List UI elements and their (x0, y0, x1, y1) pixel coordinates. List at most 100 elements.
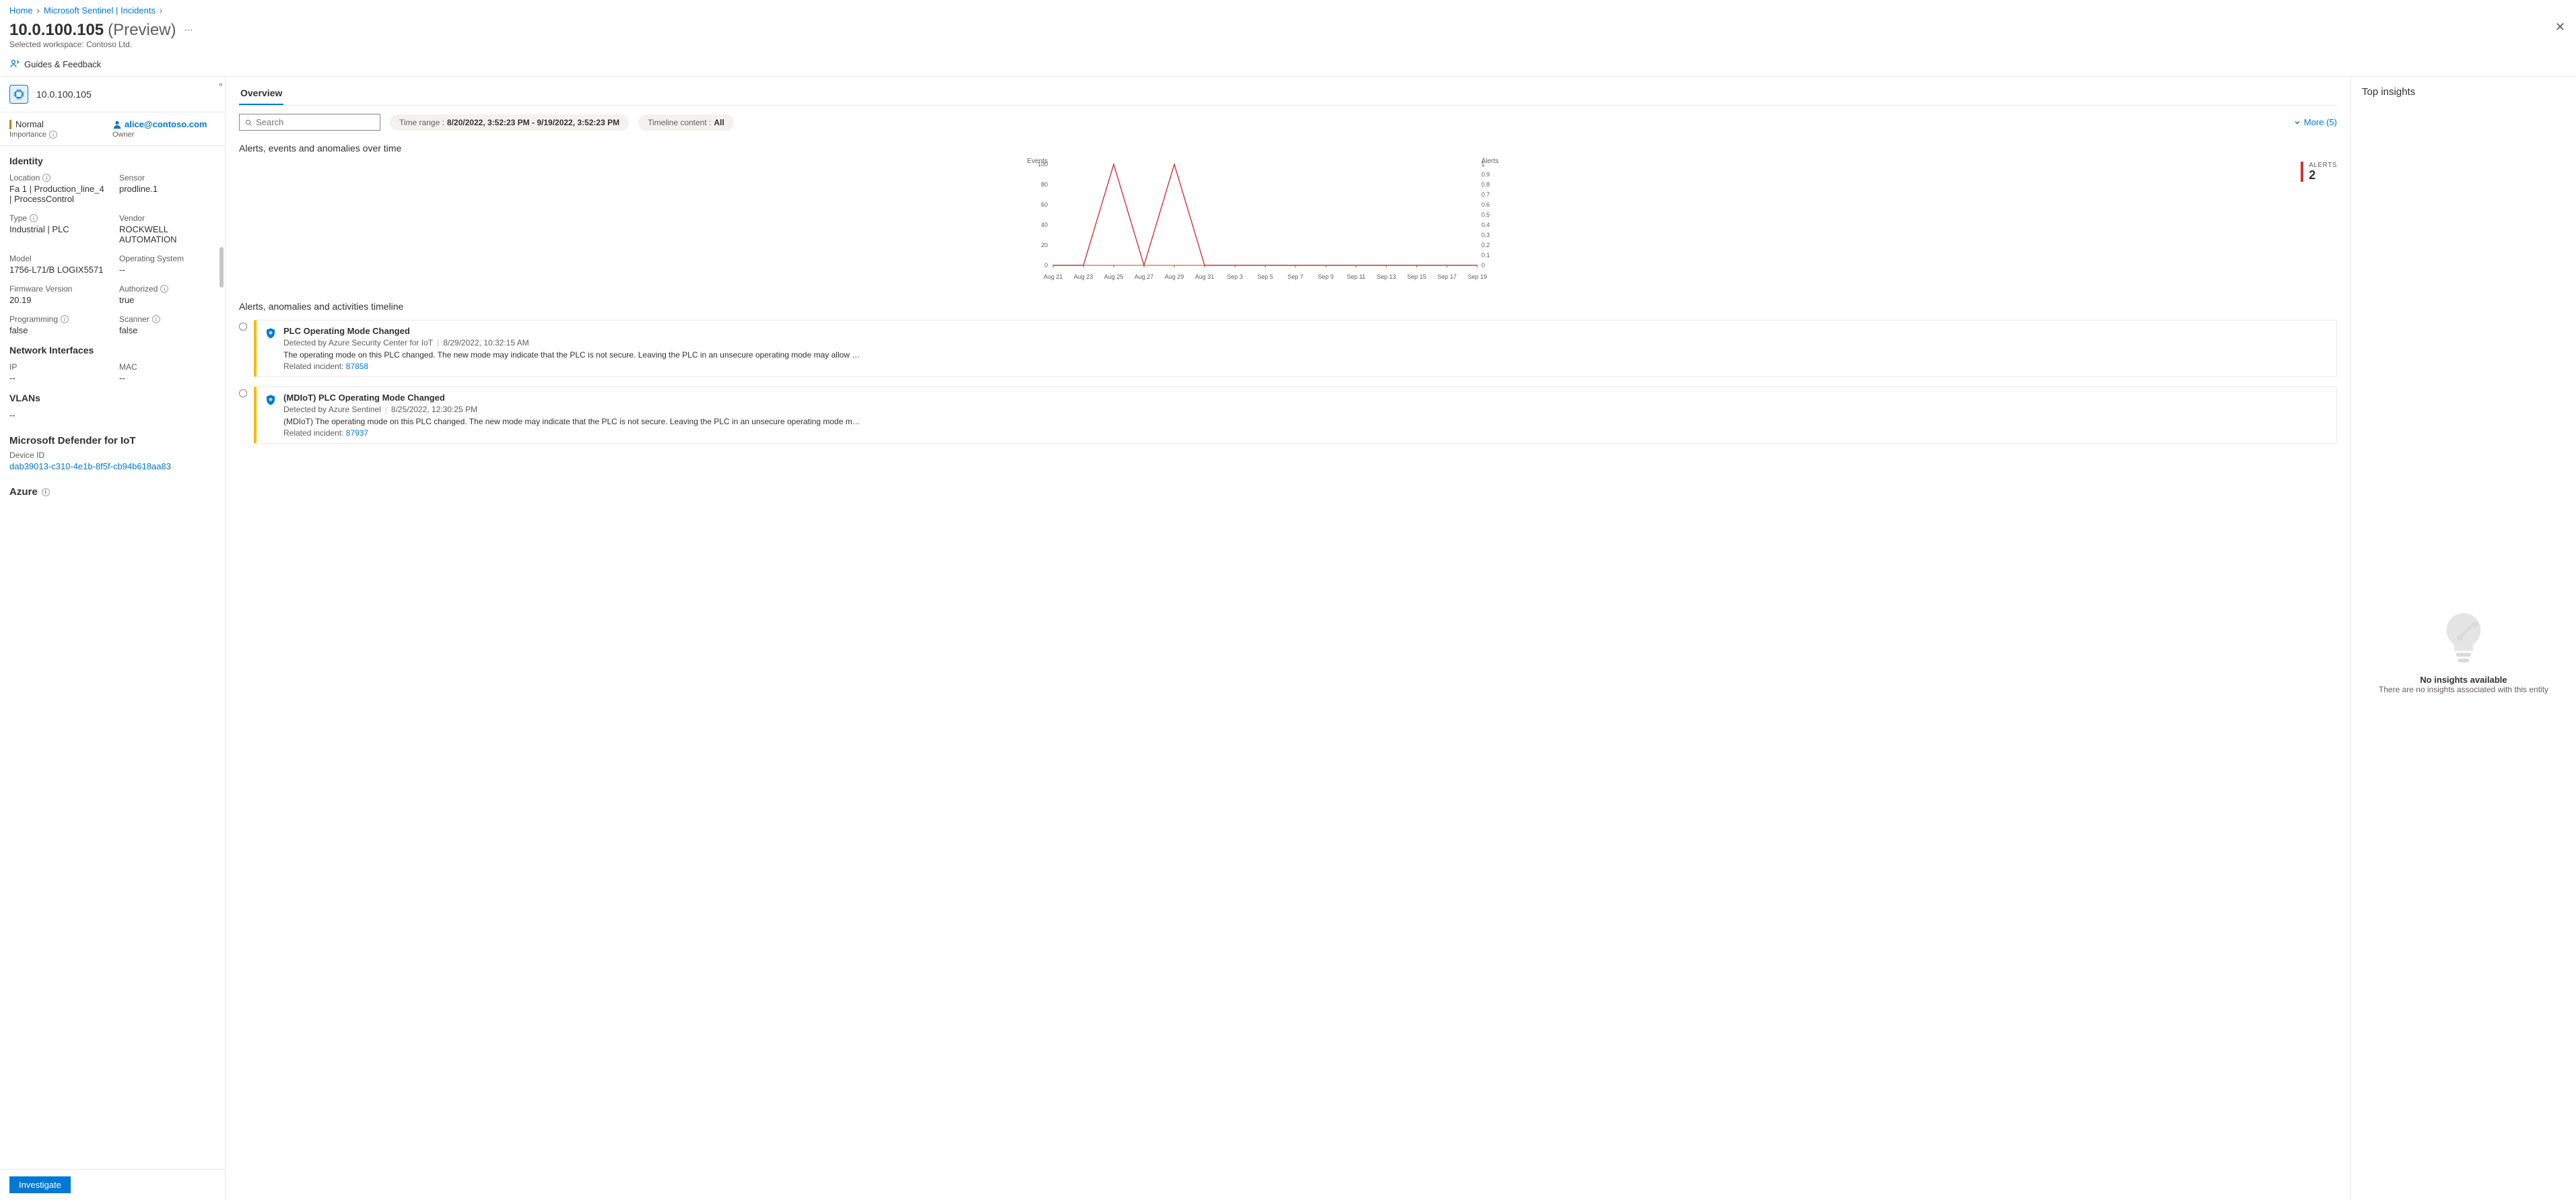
prog-value: false (9, 325, 106, 335)
preview-badge: (Preview) (108, 21, 176, 40)
investigate-button[interactable]: Investigate (9, 1176, 71, 1193)
related-incident-link[interactable]: 87937 (346, 428, 368, 438)
breadcrumb-home[interactable]: Home (9, 5, 33, 15)
scrollbar[interactable] (219, 247, 224, 288)
chart-title: Alerts, events and anomalies over time (239, 143, 2337, 154)
vendor-value: ROCKWELL AUTOMATION (119, 224, 215, 244)
fw-value: 20.19 (9, 295, 106, 305)
alerts-indicator (2301, 162, 2303, 182)
importance-level: Normal (15, 119, 44, 129)
scanner-value: false (119, 325, 215, 335)
close-button[interactable]: ✕ (2555, 20, 2565, 34)
guides-feedback-link[interactable]: Guides & Feedback (24, 59, 101, 69)
workspace-name: Contoso Ltd. (86, 40, 132, 49)
page-title: 10.0.100.105 (9, 21, 104, 40)
timeline-list: PLC Operating Mode Changed Detected by A… (239, 320, 2337, 444)
lightbulb-icon (2433, 607, 2494, 668)
scanner-label: Scanner (119, 314, 149, 324)
ip-label: IP (9, 362, 106, 372)
owner-label: Owner (112, 131, 215, 139)
tab-overview[interactable]: Overview (239, 83, 283, 105)
auth-label: Authorized (119, 284, 158, 294)
related-label: Related incident: (283, 362, 343, 371)
info-icon[interactable]: i (49, 131, 57, 139)
entity-sidebar: « 10.0.100.105 Normal Importancei alice@… (0, 77, 226, 1200)
timeline-content-pill[interactable]: Timeline content : All (638, 114, 734, 131)
defender-heading: Microsoft Defender for IoT (9, 435, 215, 446)
alert-description: The operating mode on this PLC changed. … (283, 350, 2328, 360)
type-label: Type (9, 213, 27, 223)
sensor-value: prodline.1 (119, 184, 215, 194)
device-id-label: Device ID (9, 450, 215, 460)
entity-ip: 10.0.100.105 (36, 89, 92, 100)
svg-text:Aug 31: Aug 31 (1195, 273, 1215, 280)
svg-text:0.3: 0.3 (1481, 232, 1490, 238)
breadcrumb-sep: › (160, 5, 162, 15)
shield-icon (265, 327, 277, 339)
insights-empty-sub: There are no insights associated with th… (2379, 685, 2548, 694)
svg-text:0: 0 (1044, 262, 1048, 269)
prog-label: Programming (9, 314, 58, 324)
svg-text:0: 0 (1481, 262, 1485, 269)
insights-panel: Top insights No insights available There… (2350, 77, 2576, 1200)
fw-label: Firmware Version (9, 284, 106, 294)
azure-heading: Azure (9, 486, 38, 498)
timeline-card[interactable]: PLC Operating Mode Changed Detected by A… (254, 320, 2337, 377)
chip-icon (9, 85, 28, 104)
svg-text:0.8: 0.8 (1481, 181, 1490, 188)
collapse-sidebar-button[interactable]: « (216, 79, 226, 89)
timeline-select-radio[interactable] (239, 389, 247, 397)
search-icon (245, 118, 252, 127)
os-value: -- (119, 265, 215, 275)
importance-label: Importance (9, 131, 46, 139)
svg-text:Sep 15: Sep 15 (1407, 273, 1427, 280)
auth-value: true (119, 295, 215, 305)
info-icon[interactable]: i (160, 285, 168, 293)
location-value: Fa 1 | Production_line_4 | ProcessContro… (9, 184, 106, 204)
svg-text:Aug 29: Aug 29 (1165, 273, 1184, 280)
search-input-wrap[interactable] (239, 114, 380, 131)
search-input[interactable] (256, 117, 374, 127)
importance-indicator (9, 120, 11, 129)
vendor-label: Vendor (119, 213, 215, 223)
owner-link[interactable]: alice@contoso.com (112, 119, 215, 129)
info-icon[interactable]: i (42, 488, 50, 496)
info-icon[interactable]: i (42, 174, 50, 182)
vlans-heading: VLANs (9, 393, 215, 403)
alert-title: (MDIoT) PLC Operating Mode Changed (283, 393, 2328, 403)
svg-text:0.2: 0.2 (1481, 242, 1490, 248)
svg-text:Sep 7: Sep 7 (1287, 273, 1303, 280)
svg-text:Sep 11: Sep 11 (1347, 273, 1365, 280)
info-icon[interactable]: i (30, 214, 38, 222)
location-label: Location (9, 173, 40, 182)
svg-text:0.4: 0.4 (1481, 222, 1490, 228)
mac-label: MAC (119, 362, 215, 372)
alert-source: Detected by Azure Security Center for Io… (283, 338, 433, 347)
timeline-select-radio[interactable] (239, 323, 247, 331)
more-filters-link[interactable]: More (5) (2293, 117, 2337, 127)
time-range-pill[interactable]: Time range : 8/20/2022, 3:52:23 PM - 9/1… (390, 114, 629, 131)
timeline-card[interactable]: (MDIoT) PLC Operating Mode Changed Detec… (254, 387, 2337, 444)
alert-source: Detected by Azure Sentinel (283, 405, 381, 414)
related-incident-link[interactable]: 87858 (346, 362, 368, 371)
vlans-value: -- (9, 410, 215, 420)
svg-text:0.9: 0.9 (1481, 171, 1490, 178)
more-actions-button[interactable]: ⋯ (184, 25, 193, 36)
info-icon[interactable]: i (61, 315, 69, 323)
model-value: 1756-L71/B LOGIX5571 (9, 265, 106, 275)
svg-text:0.7: 0.7 (1481, 191, 1490, 198)
chevron-down-icon (2293, 119, 2301, 127)
shield-icon (265, 394, 277, 406)
type-value: Industrial | PLC (9, 224, 106, 234)
info-icon[interactable]: i (152, 315, 160, 323)
alert-description: (MDIoT) The operating mode on this PLC c… (283, 417, 2328, 426)
svg-text:Sep 9: Sep 9 (1318, 273, 1334, 280)
svg-text:Alerts: Alerts (1481, 158, 1499, 165)
device-id-link[interactable]: dab39013-c310-4e1b-8f5f-cb94b618aa83 (9, 461, 171, 471)
workspace-label: Selected workspace: (9, 40, 84, 49)
network-heading: Network Interfaces (9, 345, 215, 356)
timeline-item: (MDIoT) PLC Operating Mode Changed Detec… (239, 387, 2337, 444)
svg-text:Events: Events (1027, 158, 1048, 165)
breadcrumb-incidents[interactable]: Microsoft Sentinel | Incidents (44, 5, 156, 15)
svg-text:0.6: 0.6 (1481, 201, 1490, 208)
